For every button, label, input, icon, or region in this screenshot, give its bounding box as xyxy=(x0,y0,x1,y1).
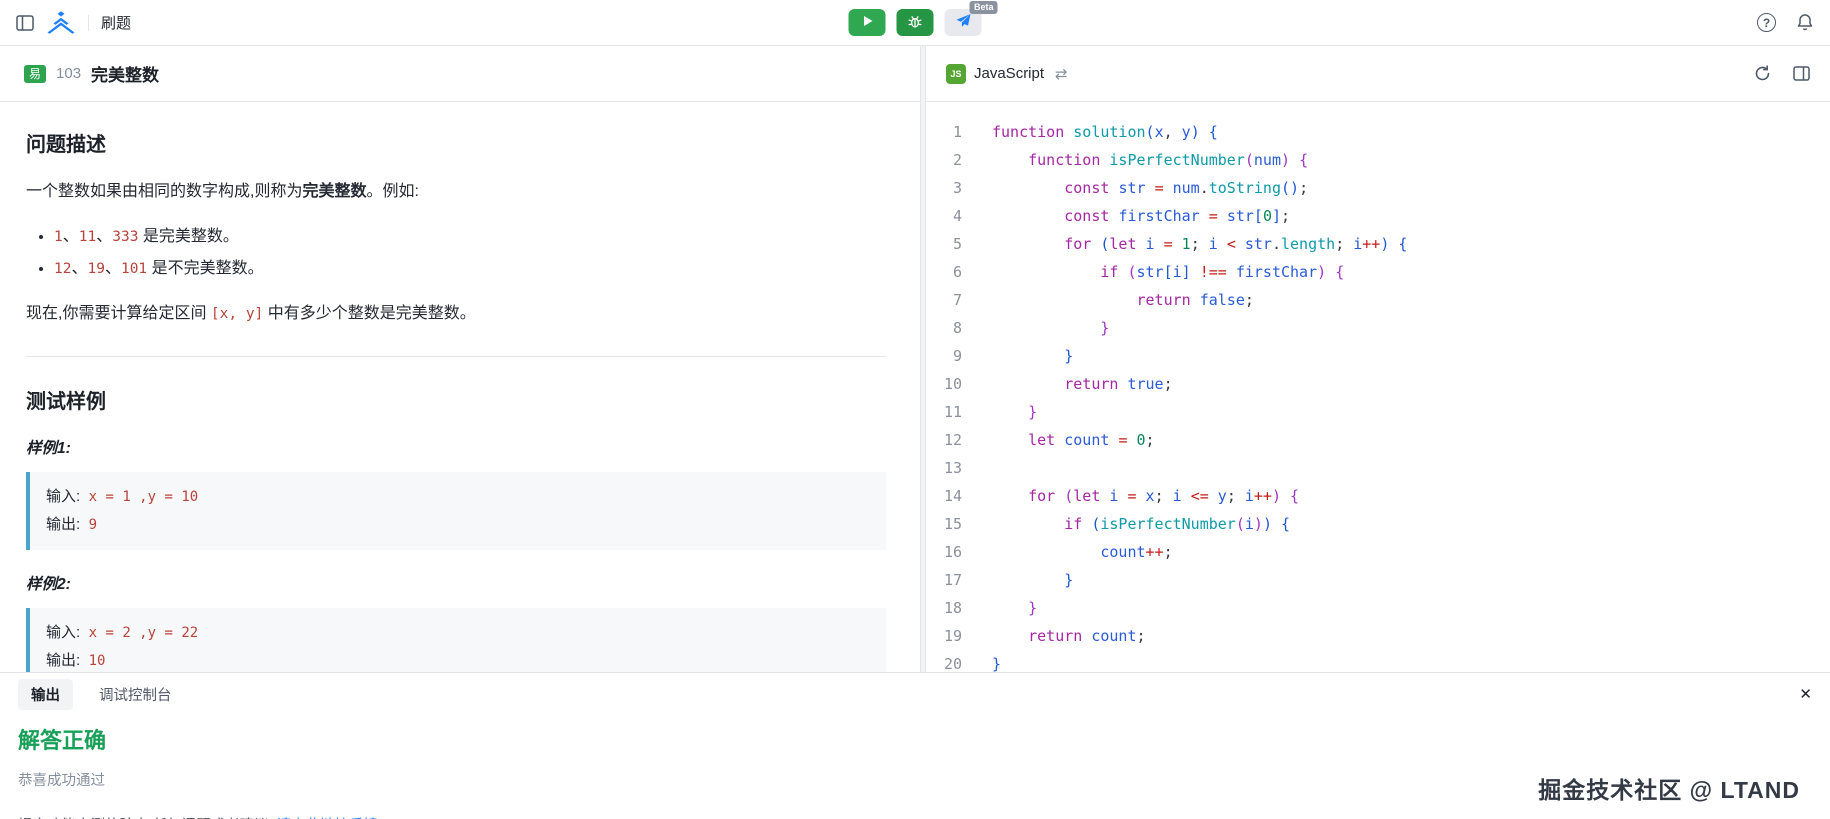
reset-code-icon[interactable] xyxy=(1754,65,1771,82)
tab-output[interactable]: 输出 xyxy=(18,679,73,710)
debug-button[interactable] xyxy=(897,9,934,36)
watermark: 掘金技术社区 @ LTAND xyxy=(1538,771,1800,805)
desc-heading: 问题描述 xyxy=(26,128,886,157)
problem-header: 易 103 完美整数 xyxy=(0,46,920,102)
code-line[interactable]: 17 } xyxy=(926,566,1830,594)
line-number: 20 xyxy=(926,650,992,672)
difficulty-badge: 易 xyxy=(24,65,46,83)
app-title: 刷题 xyxy=(101,12,131,33)
submit-button[interactable]: Beta xyxy=(945,9,982,36)
problem-title: 完美整数 xyxy=(91,61,159,86)
line-number: 15 xyxy=(926,510,992,538)
line-number: 8 xyxy=(926,314,992,342)
divider xyxy=(26,356,886,357)
list-item: 12、19、101 是不完美整数。 xyxy=(54,253,886,285)
line-number: 2 xyxy=(926,146,992,174)
line-number: 12 xyxy=(926,426,992,454)
code-line[interactable]: 16 count++; xyxy=(926,538,1830,566)
code-line[interactable]: 4 const firstChar = str[0]; xyxy=(926,202,1830,230)
code-line[interactable]: 13 xyxy=(926,454,1830,482)
bug-icon xyxy=(908,14,923,32)
beta-badge: Beta xyxy=(970,1,998,14)
line-number: 1 xyxy=(926,118,992,146)
line-number: 14 xyxy=(926,482,992,510)
line-number: 16 xyxy=(926,538,992,566)
list-item: 1、11、333 是完美整数。 xyxy=(54,221,886,253)
paper-plane-icon xyxy=(955,13,971,32)
javascript-icon: JS xyxy=(946,64,966,84)
code-line[interactable]: 19 return count; xyxy=(926,622,1830,650)
code-line[interactable]: 3 const str = num.toString(); xyxy=(926,174,1830,202)
sample1-block: 输入: x = 1 ,y = 10输出: 9 xyxy=(26,472,886,550)
line-number: 13 xyxy=(926,454,992,482)
problem-panel: 易 103 完美整数 问题描述 一个整数如果由相同的数字构成,则称为完美整数。例… xyxy=(0,46,920,672)
play-icon xyxy=(861,15,873,30)
close-icon[interactable]: ✕ xyxy=(1799,685,1812,703)
code-line[interactable]: 11 } xyxy=(926,398,1830,426)
sample2-label: 样例2: xyxy=(26,572,886,594)
run-button[interactable] xyxy=(849,9,886,36)
samples-heading: 测试样例 xyxy=(26,385,886,414)
line-number: 7 xyxy=(926,286,992,314)
sample1-label: 样例1: xyxy=(26,436,886,458)
main-area: 易 103 完美整数 问题描述 一个整数如果由相同的数字构成,则称为完美整数。例… xyxy=(0,46,1830,672)
output-tabs: 输出 调试控制台 ✕ xyxy=(18,673,1812,715)
problem-description[interactable]: 问题描述 一个整数如果由相同的数字构成,则称为完美整数。例如: 1、11、333… xyxy=(0,102,920,672)
split-layout-icon[interactable] xyxy=(1793,66,1810,81)
line-number: 6 xyxy=(926,258,992,286)
switch-language-icon[interactable]: ⇄ xyxy=(1055,65,1068,83)
result-title: 解答正确 xyxy=(18,723,1812,755)
line-number: 10 xyxy=(926,370,992,398)
line-number: 3 xyxy=(926,174,992,202)
code-line[interactable]: 8 } xyxy=(926,314,1830,342)
output-panel: 输出 调试控制台 ✕ 解答正确 恭喜成功通过 提交功能内测体验中,任何问题或者建… xyxy=(0,672,1830,819)
feedback-line: 提交功能内测体验中,任何问题或者建议: 请点此链接反馈 xyxy=(18,814,1812,819)
tab-debug-console[interactable]: 调试控制台 xyxy=(99,684,172,705)
code-line[interactable]: 9 } xyxy=(926,342,1830,370)
code-line[interactable]: 1function solution(x, y) { xyxy=(926,118,1830,146)
example-list: 1、11、333 是完美整数。 12、19、101 是不完美整数。 xyxy=(26,221,886,285)
code-line[interactable]: 7 return false; xyxy=(926,286,1830,314)
line-number: 4 xyxy=(926,202,992,230)
paragraph: 一个整数如果由相同的数字构成,则称为完美整数。例如: xyxy=(26,179,886,205)
sidebar-toggle-icon[interactable] xyxy=(16,15,34,31)
code-line[interactable]: 10 return true; xyxy=(926,370,1830,398)
line-number: 11 xyxy=(926,398,992,426)
bell-icon[interactable] xyxy=(1796,13,1814,32)
code-line[interactable]: 14 for (let i = x; i <= y; i++) { xyxy=(926,482,1830,510)
topbar-actions: Beta xyxy=(849,9,982,36)
code-line[interactable]: 5 for (let i = 1; i < str.length; i++) { xyxy=(926,230,1830,258)
topbar-left: 刷题 xyxy=(16,11,131,34)
code-line[interactable]: 2 function isPerfectNumber(num) { xyxy=(926,146,1830,174)
line-number: 9 xyxy=(926,342,992,370)
line-number: 17 xyxy=(926,566,992,594)
problem-id: 103 xyxy=(56,65,81,82)
language-label: JavaScript xyxy=(974,65,1044,82)
line-number: 18 xyxy=(926,594,992,622)
code-line[interactable]: 20} xyxy=(926,650,1830,672)
code-editor[interactable]: 1function solution(x, y) {2 function isP… xyxy=(926,102,1830,672)
line-number: 19 xyxy=(926,622,992,650)
code-line[interactable]: 18 } xyxy=(926,594,1830,622)
top-bar: 刷题 Beta ? xyxy=(0,0,1830,46)
code-line[interactable]: 15 if (isPerfectNumber(i)) { xyxy=(926,510,1830,538)
editor-header: JS JavaScript ⇄ xyxy=(926,46,1830,102)
help-icon[interactable]: ? xyxy=(1757,13,1776,32)
editor-panel: JS JavaScript ⇄ 1function solution(x, y)… xyxy=(926,46,1830,672)
line-number: 5 xyxy=(926,230,992,258)
paragraph: 现在,你需要计算给定区间 [x, y] 中有多少个整数是完美整数。 xyxy=(26,301,886,327)
divider xyxy=(88,15,89,31)
code-line[interactable]: 12 let count = 0; xyxy=(926,426,1830,454)
juejin-logo[interactable] xyxy=(46,11,76,34)
topbar-right: ? xyxy=(1757,13,1814,32)
sample2-block: 输入: x = 2 ,y = 22输出: 10 xyxy=(26,608,886,672)
code-line[interactable]: 6 if (str[i] !== firstChar) { xyxy=(926,258,1830,286)
